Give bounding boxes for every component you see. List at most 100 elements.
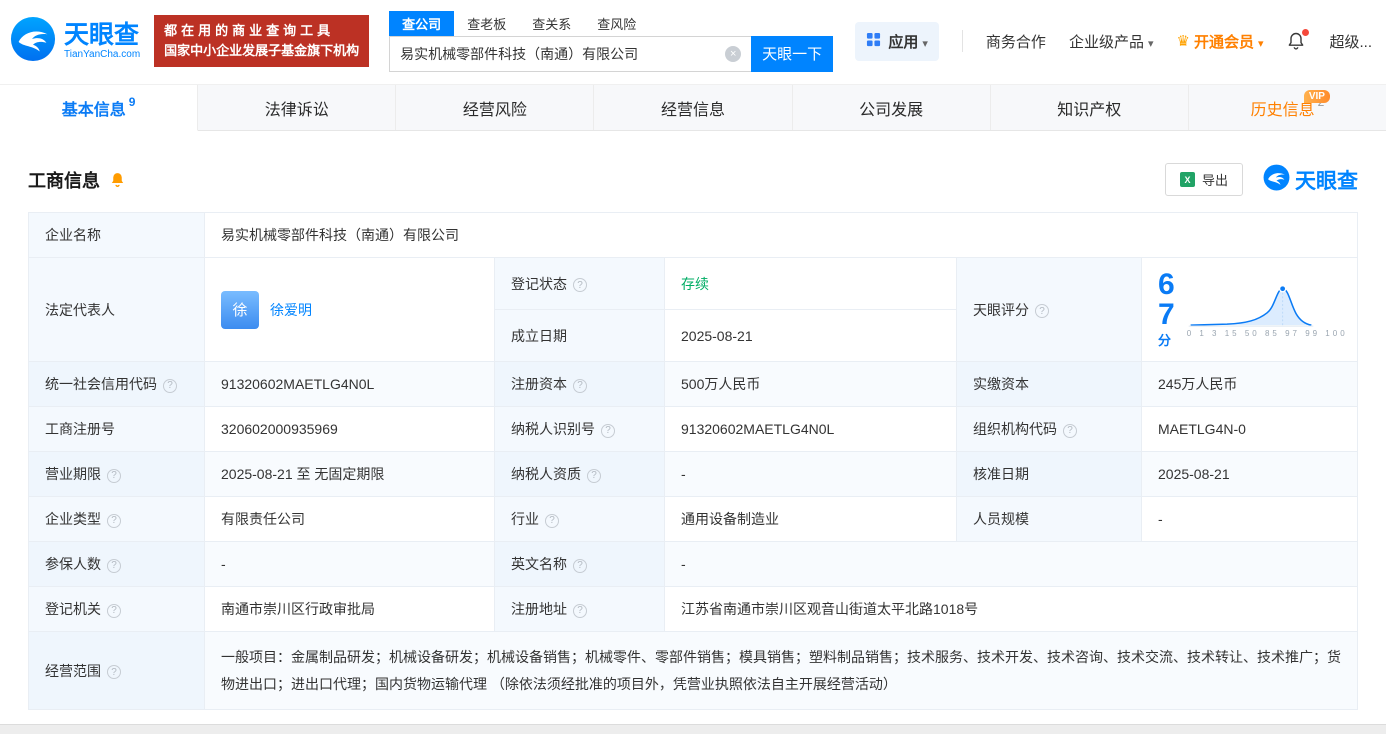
window-bottom-strip <box>0 724 1386 734</box>
field-label-reg-authority: 登记机关 <box>28 586 205 632</box>
field-label-credit-code: 统一社会信用代码 <box>28 361 205 407</box>
tab-legal-proceedings[interactable]: 法律诉讼 <box>198 85 397 130</box>
tab-operating-info[interactable]: 经营信息 <box>594 85 793 130</box>
tab-basic-info[interactable]: 基本信息 9 <box>0 85 199 131</box>
field-value-paid-capital: 245万人民币 <box>1141 361 1358 407</box>
nav-open-vip[interactable]: 开通会员 <box>1176 31 1263 52</box>
business-info-section-head: 工商信息 导出 天眼查 <box>28 163 1358 196</box>
help-icon[interactable] <box>573 603 587 618</box>
search-tab-relation[interactable]: 查关系 <box>519 11 584 36</box>
help-icon[interactable] <box>107 665 121 680</box>
help-icon[interactable] <box>545 513 559 528</box>
help-icon[interactable] <box>573 278 587 292</box>
search-tabs: 查公司 查老板 查关系 查风险 <box>389 10 833 36</box>
business-info-table: 企业名称 易实机械零部件科技（南通）有限公司 法定代表人 徐 徐爱明 登记状态 … <box>28 212 1358 711</box>
search-tab-risk[interactable]: 查风险 <box>584 11 649 36</box>
divider <box>961 30 963 52</box>
field-value-business-scope: 一般项目：金属制品研发；机械设备研发；机械设备销售；机械零件、零部件销售；模具销… <box>204 630 1358 711</box>
search-area: 查公司 查老板 查关系 查风险 天眼一下 <box>389 10 834 72</box>
help-icon[interactable] <box>587 468 601 483</box>
help-icon[interactable] <box>573 558 587 573</box>
field-value-credit-code: 91320602MAETLG4N0L <box>204 361 495 407</box>
notification-bell-icon[interactable] <box>1286 29 1310 51</box>
tab-company-development-label: 公司发展 <box>859 101 924 119</box>
promo-badge: 都在用的商业查询工具 国家中小企业发展子基金旗下机构 <box>154 14 370 68</box>
export-button[interactable]: 导出 <box>1164 163 1243 196</box>
score-unit: 分 <box>1158 333 1172 348</box>
field-label-english-name: 英文名称 <box>494 541 665 587</box>
tab-operating-risk[interactable]: 经营风险 <box>396 85 595 130</box>
tab-history-info[interactable]: 历史信息 2 VIP <box>1189 85 1386 130</box>
clear-search-icon[interactable] <box>725 45 742 62</box>
table-row: 法定代表人 徐 徐爱明 登记状态 存续 天眼评分 67 分 <box>28 257 1358 362</box>
field-value-approval-date: 2025-08-21 <box>1141 451 1358 497</box>
tab-intellectual-property[interactable]: 知识产权 <box>991 85 1189 130</box>
field-value-establish-date: 2025-08-21 <box>664 309 957 362</box>
field-label-paid-capital: 实缴资本 <box>956 361 1142 407</box>
top-bar: 天眼查 TianYanCha.com 都在用的商业查询工具 国家中小企业发展子基… <box>0 0 1386 84</box>
search-input[interactable] <box>389 35 752 72</box>
help-icon[interactable] <box>107 558 121 573</box>
tab-company-development[interactable]: 公司发展 <box>793 85 991 130</box>
search-tab-boss[interactable]: 查老板 <box>454 11 519 36</box>
field-label-staff-size: 人员规模 <box>956 496 1142 542</box>
help-icon[interactable] <box>1035 304 1049 318</box>
field-label-reg-status: 登记状态 <box>494 257 665 310</box>
notification-dot <box>1302 29 1310 36</box>
field-label-company-type: 企业类型 <box>28 496 205 542</box>
help-icon[interactable] <box>163 378 177 393</box>
search-button[interactable]: 天眼一下 <box>751 35 834 72</box>
field-label-org-code: 组织机构代码 <box>956 406 1142 452</box>
crown-icon <box>1176 32 1193 50</box>
field-label-company-name: 企业名称 <box>28 212 205 258</box>
legal-rep-avatar[interactable]: 徐 <box>221 290 259 329</box>
nav-enterprise-products[interactable]: 企业级产品 <box>1069 31 1154 52</box>
field-label-reg-address: 注册地址 <box>494 586 665 632</box>
company-tabbar: 基本信息 9 法律诉讼 经营风险 经营信息 公司发展 知识产权 历史信息 2 V… <box>0 84 1386 131</box>
tab-operating-info-label: 经营信息 <box>660 101 725 119</box>
field-label-legal-rep: 法定代表人 <box>28 257 205 362</box>
table-row: 企业类型 有限责任公司 行业 通用设备制造业 人员规模 - <box>28 496 1358 542</box>
help-icon[interactable] <box>573 378 587 393</box>
field-value-taxpayer-id: 91320602MAETLG4N0L <box>664 406 957 452</box>
field-label-establish-date: 成立日期 <box>494 309 665 362</box>
field-value-business-term: 2025-08-21 至 无固定期限 <box>204 451 495 497</box>
tab-intellectual-property-label: 知识产权 <box>1057 101 1122 119</box>
brand-text: 天眼查 <box>1295 169 1358 193</box>
tianyancha-logo[interactable]: 天眼查 TianYanCha.com <box>10 16 140 67</box>
field-value-reg-address: 江苏省南通市崇川区观音山街道太平北路1018号 <box>664 586 1358 632</box>
table-row: 经营范围 一般项目：金属制品研发；机械设备研发；机械设备销售；机械零件、零部件销… <box>28 630 1358 711</box>
subscribe-bell-icon[interactable] <box>109 171 126 188</box>
field-value-company-type: 有限责任公司 <box>204 496 495 542</box>
legal-rep-link[interactable]: 徐爱明 <box>270 300 312 320</box>
tab-legal-proceedings-label: 法律诉讼 <box>264 101 329 119</box>
vip-badge: VIP <box>1303 90 1330 103</box>
brand-eye-icon <box>1263 164 1290 196</box>
apps-button[interactable]: 应用 <box>855 21 939 61</box>
watermark-brand: 天眼查 <box>1263 164 1358 196</box>
help-icon[interactable] <box>107 513 121 528</box>
nav-super-vip[interactable]: 超级... <box>1329 31 1372 52</box>
field-value-company-name: 易实机械零部件科技（南通）有限公司 <box>204 212 1358 258</box>
field-value-industry: 通用设备制造业 <box>664 496 957 542</box>
apps-label: 应用 <box>888 31 928 52</box>
nav-business-cooperation[interactable]: 商务合作 <box>986 31 1046 52</box>
field-value-insured-count: - <box>204 541 495 587</box>
field-value-english-name: - <box>664 541 1358 587</box>
help-icon[interactable] <box>1063 423 1077 438</box>
field-value-reg-status: 存续 <box>664 257 957 310</box>
help-icon[interactable] <box>107 468 121 483</box>
help-icon[interactable] <box>107 603 121 618</box>
excel-icon <box>1179 172 1195 187</box>
table-row: 登记机关 南通市崇川区行政审批局 注册地址 江苏省南通市崇川区观音山街道太平北路… <box>28 586 1358 632</box>
tab-basic-info-count: 9 <box>128 94 136 109</box>
help-icon[interactable] <box>601 423 615 438</box>
export-label: 导出 <box>1201 173 1228 188</box>
logo-title: 天眼查 <box>64 20 140 49</box>
field-value-legal-rep: 徐 徐爱明 <box>204 257 495 362</box>
search-tab-company[interactable]: 查公司 <box>389 10 455 36</box>
field-value-reg-capital: 500万人民币 <box>664 361 957 407</box>
field-value-taxpayer-quality: - <box>664 451 957 497</box>
promo-line1: 都在用的商业查询工具 <box>164 22 335 38</box>
open-vip-label: 开通会员 <box>1194 31 1264 52</box>
